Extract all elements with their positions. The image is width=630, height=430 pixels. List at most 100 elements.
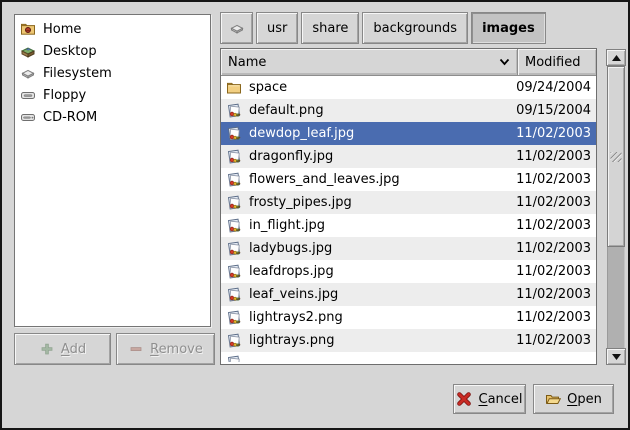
column-name-label: Name (228, 55, 266, 70)
open-folder-icon (545, 391, 561, 407)
place-item-desktop[interactable]: Desktop (17, 40, 208, 62)
place-item-floppy[interactable]: Floppy (17, 84, 208, 106)
home-icon (20, 21, 36, 37)
file-name-cell: dragonfly.jpg (221, 149, 513, 165)
file-modified: 11/02/2003 (513, 241, 596, 256)
file-name-cell: lightrays2.png (221, 310, 513, 326)
remove-icon (128, 341, 144, 357)
file-row[interactable] (221, 352, 596, 362)
place-item-filesystem[interactable]: Filesystem (17, 62, 208, 84)
arrow-down-icon (612, 354, 621, 360)
file-name-cell: dewdop_leaf.jpg (221, 126, 513, 142)
open-button[interactable]: Open (533, 384, 614, 414)
file-name-cell: frosty_pipes.jpg (221, 195, 513, 211)
file-row[interactable]: space 09/24/2004 (221, 76, 596, 99)
image-icon (226, 355, 242, 362)
add-button[interactable]: Add (14, 333, 111, 365)
sort-down-icon (499, 58, 510, 66)
path-button-share[interactable]: share (301, 12, 359, 44)
file-name-cell: space (221, 80, 513, 96)
file-name: leafdrops.jpg (249, 264, 334, 279)
image-icon (226, 218, 242, 234)
place-label: Floppy (43, 88, 86, 103)
file-name: dewdop_leaf.jpg (249, 126, 354, 141)
button-label: Open (567, 392, 602, 407)
add-icon (39, 341, 55, 357)
file-name-cell: default.png (221, 103, 513, 119)
file-row[interactable]: in_flight.jpg 11/02/2003 (221, 214, 596, 237)
scroll-up-button[interactable] (606, 49, 626, 66)
place-label: Desktop (43, 44, 97, 59)
arrow-up-icon (612, 55, 621, 61)
file-name: in_flight.jpg (249, 218, 325, 233)
file-row[interactable]: dewdop_leaf.jpg11/02/2003 (221, 122, 596, 145)
filesystem-icon (229, 20, 245, 36)
button-label: Remove (150, 342, 203, 357)
filesystem-icon (20, 65, 36, 81)
path-button-images[interactable]: images (471, 12, 546, 44)
column-header-modified[interactable]: Modified (518, 49, 596, 76)
file-row[interactable]: default.png09/15/2004 (221, 99, 596, 122)
file-row[interactable]: flowers_and_leaves.jpg 11/02/2003 (221, 168, 596, 191)
image-icon (226, 195, 242, 211)
place-label: CD-ROM (43, 110, 97, 125)
file-name-cell: flowers_and_leaves.jpg (221, 172, 513, 188)
folder-icon (226, 80, 242, 96)
file-list-header: Name Modified (221, 49, 596, 76)
path-bar: usrsharebackgroundsimages (220, 12, 546, 44)
file-modified: 11/02/2003 (513, 195, 596, 210)
image-icon (226, 126, 242, 142)
file-name-cell: leafdrops.jpg (221, 264, 513, 280)
file-row[interactable]: frosty_pipes.jpg11/02/2003 (221, 191, 596, 214)
image-icon (226, 310, 242, 326)
place-label: Home (43, 22, 81, 37)
scroll-down-button[interactable] (606, 348, 626, 365)
scrollbar-thumb[interactable] (607, 66, 625, 247)
file-name: space (249, 80, 287, 95)
image-icon (226, 241, 242, 257)
file-modified: 11/02/2003 (513, 172, 596, 187)
image-icon (226, 172, 242, 188)
file-name: lightrays.png (249, 333, 334, 348)
file-name: default.png (249, 103, 324, 118)
file-name-cell: ladybugs.jpg (221, 241, 513, 257)
path-button-usr[interactable]: usr (256, 12, 298, 44)
file-list: Name Modified space 09/24/2004 default.png… (220, 48, 597, 365)
image-icon (226, 149, 242, 165)
file-modified: 09/24/2004 (513, 80, 596, 95)
file-name: ladybugs.jpg (249, 241, 332, 256)
file-rows: space09/24/2004default.png09/15/2004dewd… (221, 76, 596, 362)
file-name-cell: leaf_veins.jpg (221, 287, 513, 303)
file-row[interactable]: leafdrops.jpg11/02/2003 (221, 260, 596, 283)
place-item-home[interactable]: Home (17, 18, 208, 40)
file-row[interactable]: leaf_veins.jpg11/02/2003 (221, 283, 596, 306)
cancel-button[interactable]: Cancel (453, 384, 526, 414)
file-row[interactable]: lightrays.png11/02/2003 (221, 329, 596, 352)
remove-button[interactable]: Remove (116, 333, 215, 365)
column-modified-label: Modified (525, 55, 580, 70)
file-modified: 11/02/2003 (513, 310, 596, 325)
scrollbar-track[interactable] (607, 66, 625, 348)
file-name: lightrays2.png (249, 310, 343, 325)
file-row[interactable]: dragonfly.jpg11/02/2003 (221, 145, 596, 168)
file-name-cell (221, 352, 513, 362)
vertical-scrollbar (606, 49, 626, 365)
column-header-name[interactable]: Name (221, 49, 518, 76)
place-label: Filesystem (43, 66, 112, 81)
file-name-cell: in_flight.jpg (221, 218, 513, 234)
path-root-button[interactable] (220, 12, 253, 44)
cdrom-icon (20, 109, 36, 125)
image-icon (226, 333, 242, 349)
file-name: flowers_and_leaves.jpg (249, 172, 400, 187)
path-button-backgrounds[interactable]: backgrounds (362, 12, 468, 44)
button-label: Cancel (478, 392, 522, 407)
file-modified: 11/02/2003 (513, 218, 596, 233)
file-name: dragonfly.jpg (249, 149, 333, 164)
desktop-icon (20, 43, 36, 59)
file-row[interactable]: ladybugs.jpg 11/02/2003 (221, 237, 596, 260)
file-row[interactable]: lightrays2.png 11/02/2003 (221, 306, 596, 329)
place-item-cd-rom[interactable]: CD-ROM (17, 106, 208, 128)
image-icon (226, 103, 242, 119)
image-icon (226, 287, 242, 303)
file-name-cell: lightrays.png (221, 333, 513, 349)
